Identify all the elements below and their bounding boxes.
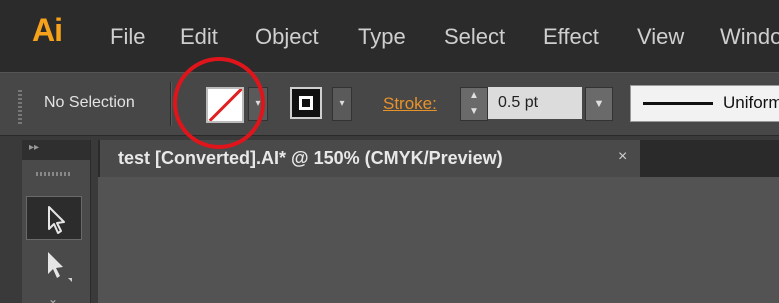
stroke-label-link[interactable]: Stroke:: [383, 94, 437, 114]
artboard-canvas[interactable]: [98, 177, 779, 303]
document-tab-title[interactable]: test [Converted].AI* @ 150% (CMYK/Previe…: [118, 148, 503, 169]
menu-object[interactable]: Object: [255, 24, 319, 50]
menu-select[interactable]: Select: [444, 24, 505, 50]
stroke-swatch-inner: [299, 96, 313, 110]
stroke-swatch-dropdown[interactable]: ▾: [332, 87, 352, 121]
profile-label: Uniform: [723, 93, 779, 112]
stepper-down-icon[interactable]: ▼: [461, 104, 487, 120]
direct-selection-tool-button[interactable]: [40, 248, 74, 284]
stroke-weight-dropdown[interactable]: ▼: [585, 87, 613, 121]
menu-type[interactable]: Type: [358, 24, 406, 50]
tools-panel-grip[interactable]: [36, 172, 70, 176]
menu-window[interactable]: Windo: [720, 24, 779, 50]
stroke-weight-input[interactable]: 0.5 pt: [488, 87, 582, 119]
close-icon[interactable]: ×: [618, 148, 627, 166]
menu-effect[interactable]: Effect: [543, 24, 599, 50]
menu-edit[interactable]: Edit: [180, 24, 218, 50]
control-bar-grip-icon[interactable]: [18, 90, 22, 124]
expand-panel-icon[interactable]: ▸▸: [29, 142, 39, 153]
stepper-up-icon[interactable]: ▲: [461, 88, 487, 104]
profile-line-icon: [643, 102, 713, 105]
selection-status: No Selection: [44, 94, 135, 111]
illustrator-window: Ai File Edit Object Type Select Effect V…: [0, 0, 779, 303]
control-bar-divider: [170, 82, 172, 126]
annotation-circle: [173, 57, 265, 149]
more-tools-icon[interactable]: ⌄: [48, 292, 58, 303]
stroke-profile-select[interactable]: Uniform: [630, 85, 779, 122]
stroke-weight-stepper[interactable]: ▲ ▼: [460, 87, 488, 121]
stroke-swatch-icon[interactable]: [290, 87, 322, 119]
menu-view[interactable]: View: [637, 24, 684, 50]
direct-selection-arrow-icon: [48, 252, 72, 282]
app-logo: Ai: [32, 12, 63, 48]
selection-arrow-icon: [48, 206, 65, 234]
selection-tool-button[interactable]: [26, 196, 82, 240]
menu-file[interactable]: File: [110, 24, 145, 50]
